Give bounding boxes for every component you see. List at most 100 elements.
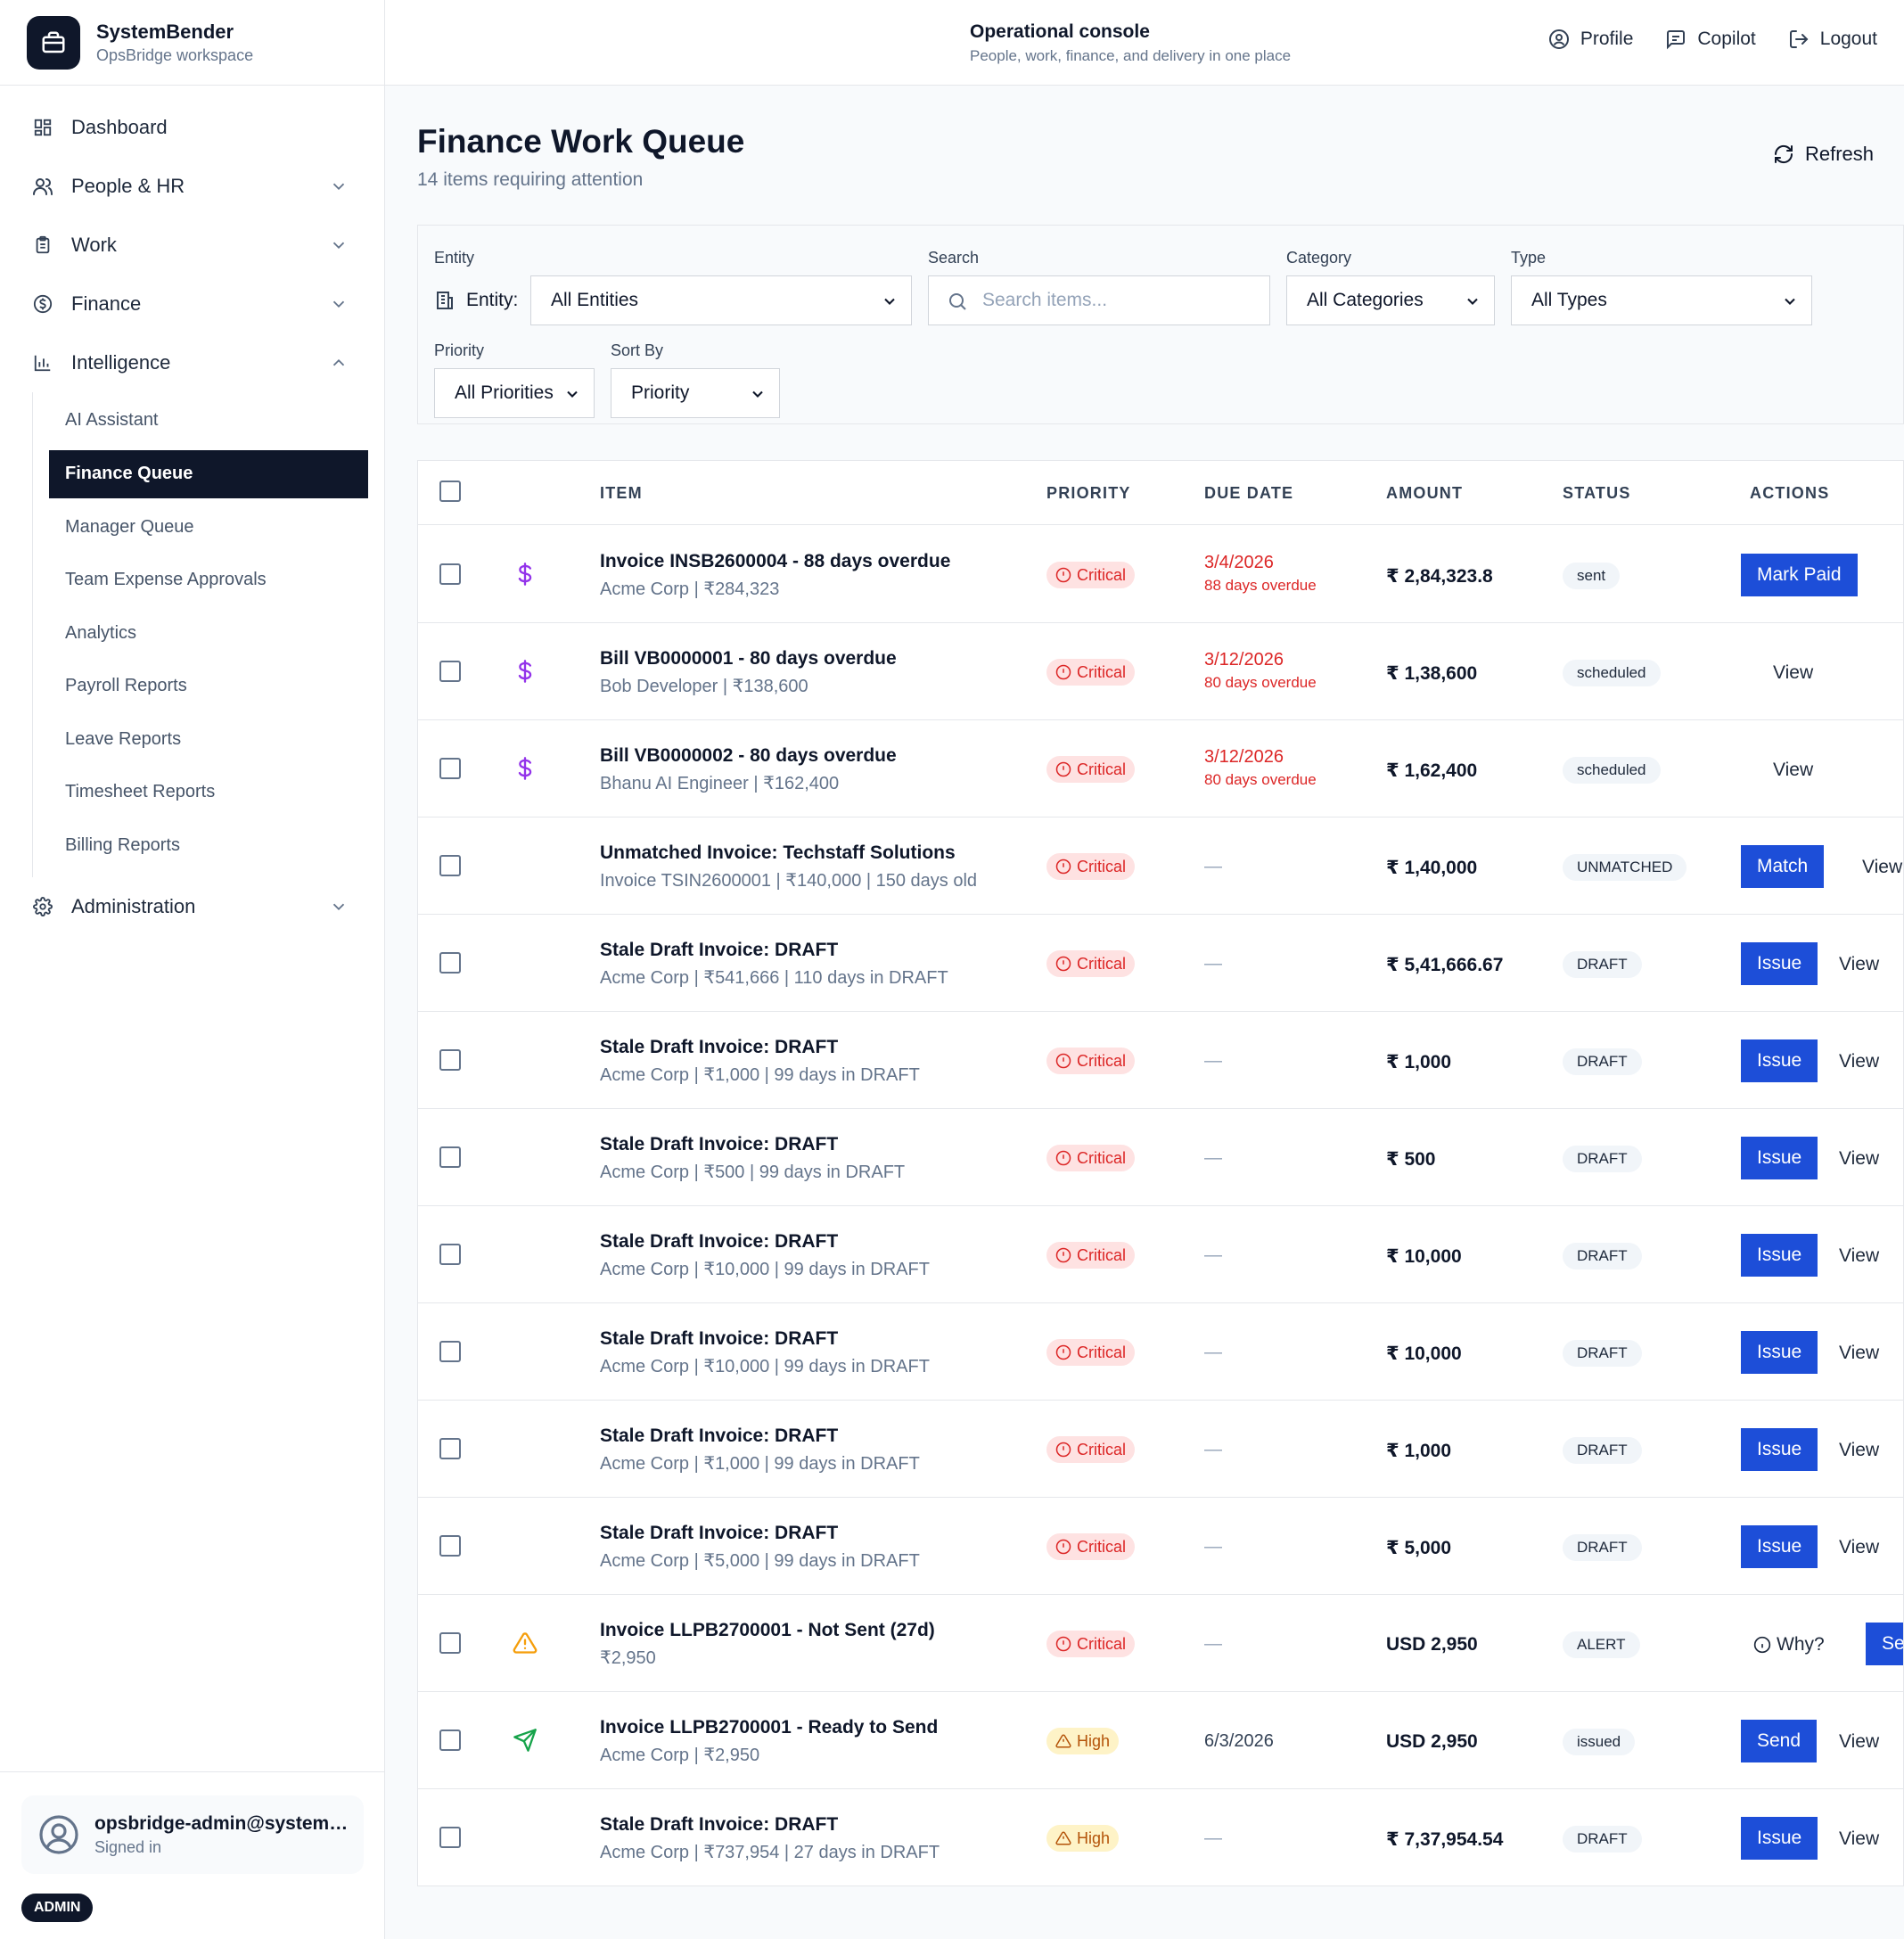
row-checkbox[interactable] [439,952,461,974]
sidebar-item-work[interactable]: Work [0,216,384,275]
view-button[interactable]: View [1862,857,1902,878]
sidebar-item-manager-queue[interactable]: Manager Queue [33,501,384,555]
row-checkbox[interactable] [439,661,461,682]
search-input[interactable]: Search items... [928,275,1270,325]
table-row[interactable]: Unmatched Invoice: Techstaff Solutions In… [418,818,1903,915]
table-row[interactable]: Stale Draft Invoice: DRAFT Acme Corp | ₹1… [418,1012,1903,1109]
table-row[interactable]: Stale Draft Invoice: DRAFT Acme Corp | ₹5… [418,1109,1903,1206]
issue-button[interactable]: Issue [1741,1331,1818,1374]
match-button[interactable]: Match [1741,845,1825,888]
send-button[interactable]: Send [1866,1623,1903,1665]
issue-button[interactable]: Issue [1741,1525,1818,1568]
view-button[interactable]: View [1839,1148,1879,1170]
table-row[interactable]: Stale Draft Invoice: DRAFT Acme Corp | ₹1… [418,1303,1903,1401]
type-select[interactable]: All Types [1511,275,1812,325]
sidebar-item-dashboard[interactable]: Dashboard [0,98,384,157]
table-row[interactable]: Stale Draft Invoice: DRAFT Acme Corp | ₹1… [418,1401,1903,1498]
table-row[interactable]: Stale Draft Invoice: DRAFT Acme Corp | ₹5… [418,1498,1903,1595]
table-row[interactable]: Invoice INSB2600004 - 88 days overdue Acm… [418,526,1903,623]
item-title[interactable]: Stale Draft Invoice: DRAFT [600,940,838,961]
row-checkbox[interactable] [439,1049,461,1071]
category-select[interactable]: All Categories [1286,275,1495,325]
issue-button[interactable]: Issue [1741,1817,1818,1860]
sidebar-item-analytics[interactable]: Analytics [33,607,384,661]
sidebar-item-administration[interactable]: Administration [0,877,384,936]
issue-button[interactable]: Issue [1741,1234,1818,1277]
item-title[interactable]: Stale Draft Invoice: DRAFT [600,1328,838,1350]
select-all-checkbox[interactable] [439,481,461,502]
sidebar-item-timesheet-reports[interactable]: Timesheet Reports [33,766,384,819]
priority-select[interactable]: All Priorities [434,368,595,418]
mark-paid-button[interactable]: Mark Paid [1741,554,1858,596]
sidebar-item-billing-reports[interactable]: Billing Reports [33,819,384,873]
row-checkbox[interactable] [439,758,461,779]
column-header-status[interactable]: STATUS [1563,484,1631,503]
row-checkbox[interactable] [439,563,461,585]
view-button[interactable]: View [1839,1537,1879,1558]
row-checkbox[interactable] [439,855,461,876]
view-button[interactable]: View [1839,1343,1879,1364]
entity-select[interactable]: All Entities [530,275,912,325]
item-title[interactable]: Stale Draft Invoice: DRAFT [600,1231,838,1253]
issue-button[interactable]: Issue [1741,1137,1818,1179]
view-button[interactable]: View [1839,1731,1879,1753]
table-row[interactable]: Invoice LLPB2700001 - Not Sent (27d) ₹2,9… [418,1595,1903,1692]
row-checkbox[interactable] [439,1438,461,1459]
row-checkbox[interactable] [439,1244,461,1265]
view-button[interactable]: View [1839,1828,1879,1850]
table-row[interactable]: Stale Draft Invoice: DRAFT Acme Corp | ₹7… [418,1789,1903,1886]
table-row[interactable]: Stale Draft Invoice: DRAFT Acme Corp | ₹1… [418,1206,1903,1303]
item-title[interactable]: Invoice LLPB2700001 - Not Sent (27d) [600,1620,935,1641]
sort-select[interactable]: Priority [611,368,780,418]
table-row[interactable]: Stale Draft Invoice: DRAFT Acme Corp | ₹5… [418,915,1903,1012]
item-title[interactable]: Invoice LLPB2700001 - Ready to Send [600,1717,938,1738]
sidebar-item-intelligence[interactable]: Intelligence [0,333,384,392]
view-button[interactable]: View [1839,954,1879,975]
view-button[interactable]: View [1773,760,1813,781]
row-checkbox[interactable] [439,1535,461,1557]
profile-link[interactable]: Profile [1548,29,1633,50]
sidebar-item-team-expense-approvals[interactable]: Team Expense Approvals [33,554,384,607]
item-title[interactable]: Bill VB0000001 - 80 days overdue [600,648,897,670]
sidebar-item-ai-assistant[interactable]: AI Assistant [33,394,384,448]
column-header-amount[interactable]: AMOUNT [1386,484,1463,503]
row-checkbox[interactable] [439,1729,461,1751]
row-checkbox[interactable] [439,1146,461,1168]
issue-button[interactable]: Issue [1741,1039,1818,1082]
view-button[interactable]: View [1839,1245,1879,1267]
row-checkbox[interactable] [439,1341,461,1362]
sidebar-item-people[interactable]: People & HR [0,157,384,216]
sidebar-item-finance-queue[interactable]: Finance Queue [49,449,368,498]
table-row[interactable]: Bill VB0000001 - 80 days overdue Bob Deve… [418,623,1903,720]
table-row[interactable]: Bill VB0000002 - 80 days overdue Bhanu AI… [418,720,1903,818]
row-checkbox[interactable] [439,1632,461,1654]
column-header-priority[interactable]: PRIORITY [1046,484,1131,503]
row-checkbox[interactable] [439,1827,461,1848]
view-button[interactable]: View [1773,662,1813,684]
copilot-link[interactable]: Copilot [1665,29,1756,50]
sidebar-item-leave-reports[interactable]: Leave Reports [33,713,384,767]
item-title[interactable]: Stale Draft Invoice: DRAFT [600,1134,838,1155]
column-header-item[interactable]: ITEM [600,484,643,503]
item-title[interactable]: Invoice INSB2600004 - 88 days overdue [600,551,950,572]
table-row[interactable]: Invoice LLPB2700001 - Ready to Send Acme … [418,1692,1903,1789]
why-button[interactable]: Why? [1753,1634,1825,1656]
sidebar-item-payroll-reports[interactable]: Payroll Reports [33,660,384,713]
refresh-button[interactable]: Refresh [1773,143,1874,166]
view-button[interactable]: View [1839,1440,1879,1461]
item-title[interactable]: Unmatched Invoice: Techstaff Solutions [600,842,956,864]
item-title[interactable]: Stale Draft Invoice: DRAFT [600,1037,838,1058]
issue-button[interactable]: Issue [1741,942,1818,985]
item-title[interactable]: Stale Draft Invoice: DRAFT [600,1523,838,1544]
item-title[interactable]: Bill VB0000002 - 80 days overdue [600,745,897,767]
item-title[interactable]: Stale Draft Invoice: DRAFT [600,1425,838,1447]
sidebar-item-finance[interactable]: Finance [0,275,384,333]
item-title[interactable]: Stale Draft Invoice: DRAFT [600,1814,838,1836]
issue-button[interactable]: Issue [1741,1428,1818,1471]
column-header-due-date[interactable]: DUE DATE [1204,484,1293,503]
logout-link[interactable]: Logout [1788,29,1877,50]
user-card[interactable]: opsbridge-admin@systembender.com Signed … [21,1795,364,1874]
view-button[interactable]: View [1839,1051,1879,1072]
brand[interactable]: SystemBender OpsBridge workspace [0,0,384,86]
send-button[interactable]: Send [1741,1720,1818,1762]
